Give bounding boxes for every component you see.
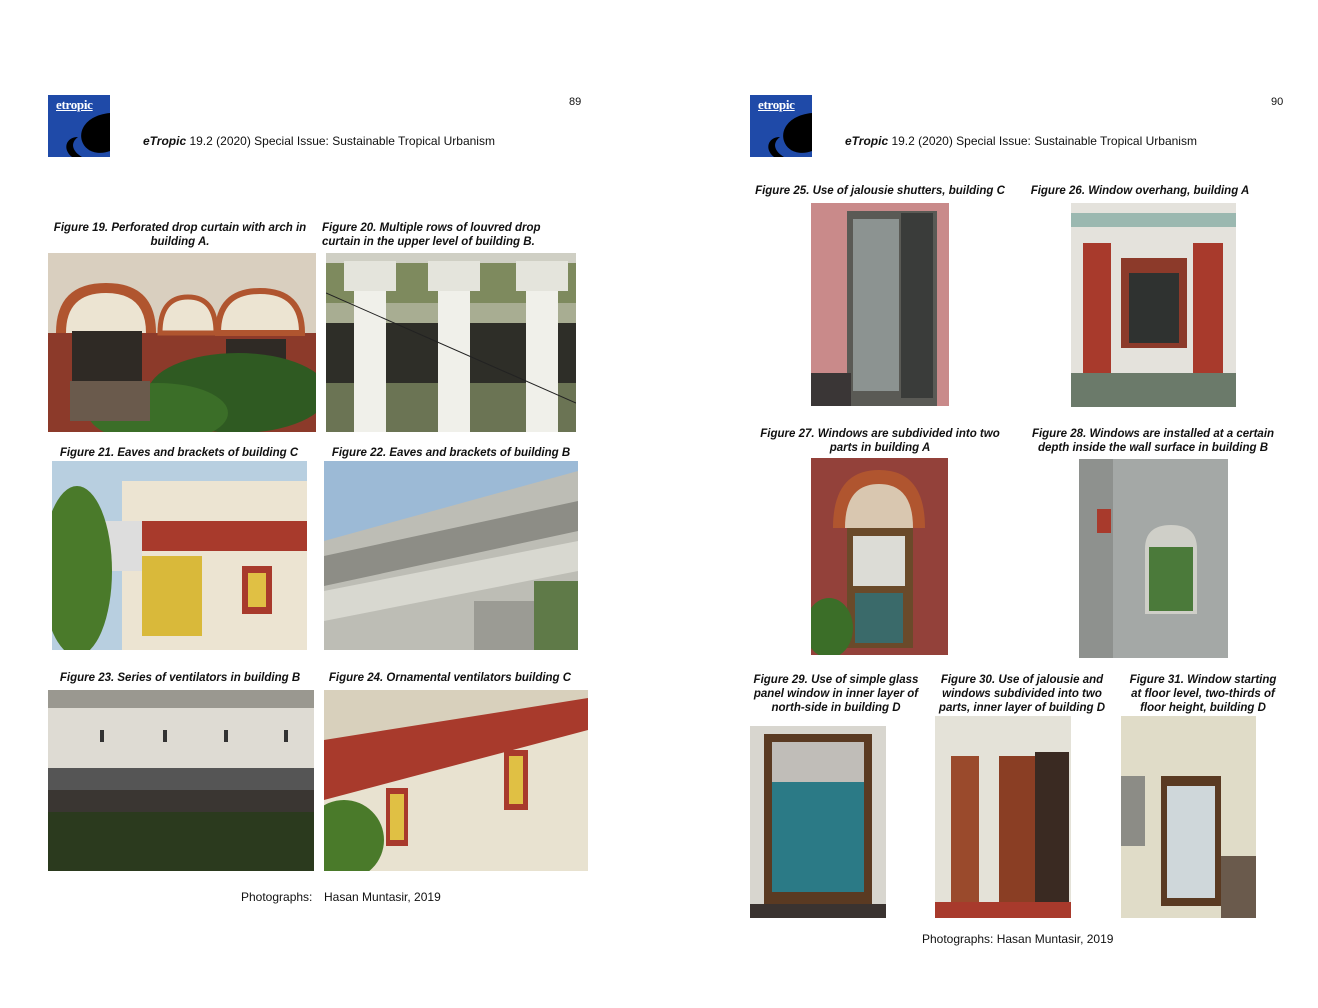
figure-24-photo bbox=[324, 690, 588, 871]
photo-credit-label: Photographs: bbox=[241, 890, 313, 904]
figure-30-photo bbox=[935, 716, 1071, 918]
figure-31-caption: Figure 31. Window starting at floor leve… bbox=[1129, 674, 1277, 714]
figure-26-photo bbox=[1071, 203, 1236, 407]
journal-header: eTropic 19.2 (2020) Special Issue: Susta… bbox=[845, 134, 1197, 148]
figure-23-photo bbox=[48, 690, 314, 871]
journal-name: eTropic bbox=[143, 134, 187, 148]
figure-31-photo bbox=[1121, 716, 1256, 918]
journal-header: eTropic 19.2 (2020) Special Issue: Susta… bbox=[143, 134, 495, 148]
figure-28-photo bbox=[1079, 459, 1228, 658]
figure-20-photo bbox=[326, 253, 576, 432]
figure-30-caption: Figure 30. Use of jalousie and windows s… bbox=[938, 674, 1106, 714]
figure-21-caption: Figure 21. Eaves and brackets of buildin… bbox=[59, 447, 299, 459]
figure-29-caption: Figure 29. Use of simple glass panel win… bbox=[753, 674, 919, 714]
figure-23-caption: Figure 23. Series of ventilators in buil… bbox=[59, 672, 301, 684]
journal-name: eTropic bbox=[845, 134, 889, 148]
figure-26-caption: Figure 26. Window overhang, building A bbox=[1030, 185, 1250, 197]
figure-27-photo bbox=[811, 458, 948, 655]
figure-21-photo bbox=[52, 461, 307, 650]
figure-25-photo bbox=[811, 203, 949, 406]
etropic-logo: etropic bbox=[750, 95, 812, 157]
photo-credit-name: Hasan Muntasir, 2019 bbox=[324, 890, 441, 904]
figure-19-caption: Figure 19. Perforated drop curtain with … bbox=[53, 222, 307, 248]
journal-info: 19.2 (2020) Special Issue: Sustainable T… bbox=[186, 134, 495, 148]
figure-19-photo bbox=[48, 253, 316, 432]
figure-24-caption: Figure 24. Ornamental ventilators buildi… bbox=[328, 672, 572, 684]
figure-29-photo bbox=[750, 726, 886, 918]
etropic-logo: etropic bbox=[48, 95, 110, 157]
figure-22-photo bbox=[324, 461, 578, 650]
figure-27-caption: Figure 27. Windows are subdivided into t… bbox=[760, 428, 1000, 454]
journal-info: 19.2 (2020) Special Issue: Sustainable T… bbox=[888, 134, 1197, 148]
figure-28-caption: Figure 28. Windows are installed at a ce… bbox=[1031, 428, 1275, 454]
photo-credit: Photographs: Hasan Muntasir, 2019 bbox=[922, 932, 1114, 946]
page-number: 90 bbox=[1271, 96, 1284, 108]
page-number: 89 bbox=[569, 96, 582, 108]
figure-25-caption: Figure 25. Use of jalousie shutters, bui… bbox=[755, 185, 1005, 197]
figure-20-caption: Figure 20. Multiple rows of louvred drop… bbox=[322, 222, 541, 248]
figure-22-caption: Figure 22. Eaves and brackets of buildin… bbox=[331, 447, 571, 459]
